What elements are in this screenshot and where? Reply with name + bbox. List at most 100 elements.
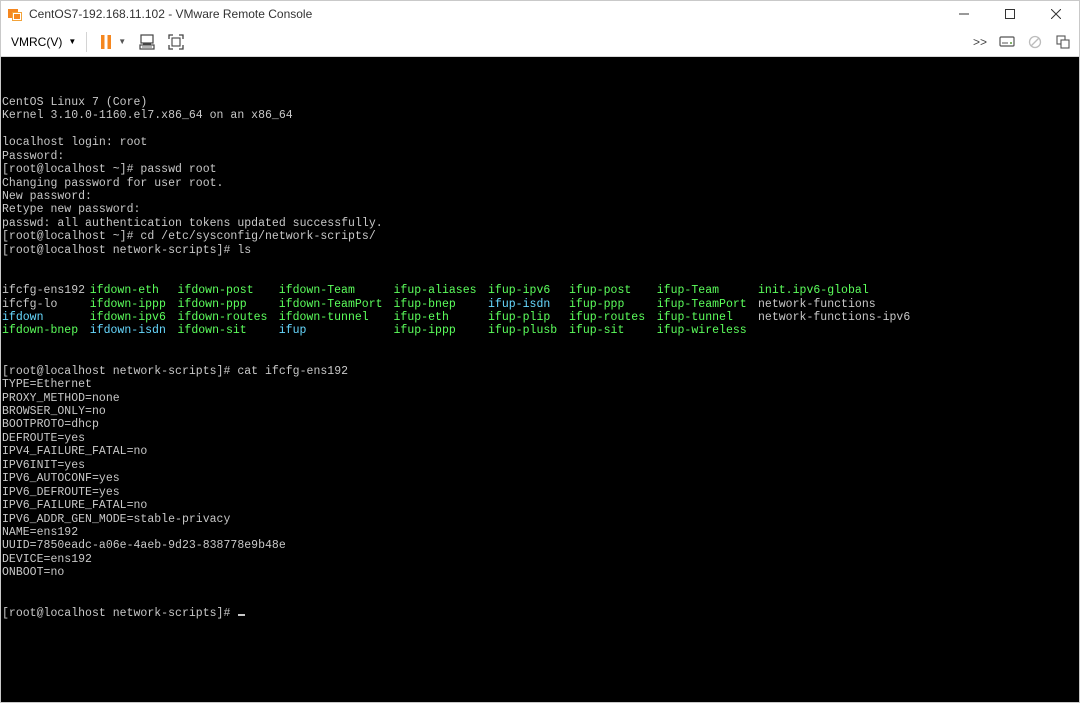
toolbar-separator [86, 31, 88, 52]
ls-entry: ifup-plip [488, 310, 551, 324]
ls-entry: init.ipv6-global [758, 284, 869, 298]
minimize-icon [959, 13, 969, 15]
terminal-line: [root@localhost ~]# cd /etc/sysconfig/ne… [2, 230, 376, 244]
terminal-line: UUID=7850eadc-a06e-4aeb-9d23-838778e9b48… [2, 539, 286, 553]
ls-entry: ifdown-routes [177, 310, 268, 324]
send-ctrl-alt-del-icon [139, 33, 155, 50]
ls-entry: ifdown-sit [177, 324, 247, 338]
vm-console-screen[interactable]: CentOS Linux 7 (Core) Kernel 3.10.0-1160.… [2, 57, 1078, 702]
maximize-icon [1005, 9, 1015, 19]
prompt-line: [root@localhost network-scripts]# [2, 607, 383, 620]
terminal-line: IPV6_AUTOCONF=yes [2, 472, 120, 486]
more-button[interactable]: >> [971, 31, 989, 53]
ls-entry: ifdown-ipv6 [89, 310, 166, 324]
ls-entry: ifcfg-lo [2, 297, 58, 311]
terminal-line: [root@localhost network-scripts]# cat if… [2, 364, 349, 378]
ls-entry: ifdown-post [177, 284, 254, 298]
ls-entry: ifdown-eth [89, 284, 159, 298]
ls-entry: ifup-Team [656, 284, 720, 298]
terminal-line: Changing password for user root. [2, 176, 224, 190]
disconnect-icon [1028, 35, 1042, 48]
fullscreen-button[interactable] [165, 31, 187, 53]
terminal-line: [root@localhost network-scripts]# ls [2, 243, 252, 257]
close-button[interactable] [1033, 1, 1079, 27]
terminal-line: CentOS Linux 7 (Core) [2, 95, 148, 109]
ls-entry: ifup-eth [393, 310, 449, 324]
ls-row: ifdown-bnep ifdown-isdn ifdown-sit ifup ifup… [2, 324, 747, 338]
vmware-remote-console-icon [7, 6, 23, 22]
terminal-line: DEVICE=ens192 [2, 552, 92, 566]
removable-devices-button[interactable] [997, 31, 1017, 53]
ls-entry: ifdown-ppp [177, 297, 247, 311]
terminal-line: IPV6_DEFROUTE=yes [2, 485, 120, 499]
ls-entry: ifup [278, 324, 307, 338]
shell-prompt: [root@localhost network-scripts]# [2, 606, 238, 620]
terminal-line: DEFROUTE=yes [2, 431, 86, 445]
ls-entry: ifdown-isdn [89, 324, 166, 338]
terminal-output: CentOS Linux 7 (Core) Kernel 3.10.0-1160.… [2, 69, 910, 647]
maximize-button[interactable] [987, 1, 1033, 27]
text-cursor [238, 613, 246, 616]
send-ctrl-alt-del-button[interactable] [137, 31, 159, 53]
toolbar-right-group: >> [971, 27, 1073, 56]
ls-entry: ifup-tunnel [656, 310, 733, 324]
caret-down-icon: ▼ [68, 37, 77, 46]
pre-ls-output: CentOS Linux 7 (Core) Kernel 3.10.0-1160.… [2, 96, 383, 257]
ls-entry: ifup-post [569, 284, 632, 298]
terminal-line: IPV6_ADDR_GEN_MODE=stable-privacy [2, 512, 231, 526]
window-title: CentOS7-192.168.11.102 - VMware Remote C… [29, 7, 313, 21]
ls-entry: ifup-ippp [393, 324, 456, 338]
window-controls [941, 1, 1079, 27]
vmrc-menu-button[interactable]: VMRC(V) ▼ [11, 31, 76, 53]
terminal-line: PROXY_METHOD=none [2, 391, 120, 405]
ls-entry: ifup-aliases [393, 284, 477, 298]
terminal-line: localhost login: root [2, 136, 148, 150]
terminal-line: Password: [2, 149, 65, 163]
terminal-line: Retype new password: [2, 203, 141, 217]
terminal-line: BOOTPROTO=dhcp [2, 418, 99, 432]
pause-button[interactable] [97, 31, 115, 53]
title-bar[interactable]: CentOS7-192.168.11.102 - VMware Remote C… [1, 1, 1079, 27]
caret-down-icon: ▼ [118, 37, 127, 46]
terminal-line: Kernel 3.10.0-1160.el7.x86_64 on an x86_… [2, 109, 293, 123]
ls-row: ifdown ifdown-ipv6 ifdown-routes ifdown-tun… [2, 310, 910, 324]
ls-entry: ifup-routes [569, 310, 646, 324]
ls-entry: ifup-bnep [393, 297, 456, 311]
ls-entry: ifup-ipv6 [488, 284, 551, 298]
ls-entry: ifdown-TeamPort [278, 297, 383, 311]
ls-entry: ifup-wireless [656, 324, 747, 338]
ls-entry: ifup-ppp [569, 297, 625, 311]
ls-entry: ifdown-tunnel [278, 310, 369, 324]
ls-entry: ifdown-ippp [89, 297, 166, 311]
ls-entry: ifup-plusb [488, 324, 558, 338]
pause-icon [101, 34, 112, 49]
terminal-line: IPV6INIT=yes [2, 458, 86, 472]
terminal-line: passwd: all authentication tokens update… [2, 216, 383, 230]
ls-entry: ifcfg-ens192 [2, 284, 86, 298]
ls-entry: ifup-sit [569, 324, 625, 338]
ls-entry: network-functions [758, 297, 876, 311]
cat-output: [root@localhost network-scripts]# cat if… [2, 365, 383, 580]
terminal-line: New password: [2, 189, 92, 203]
power-dropdown-button[interactable]: ▼ [115, 31, 129, 53]
double-chevron-right-icon: >> [972, 34, 987, 49]
ls-output: ifcfg-ens192 ifdown-eth ifdown-post ifdown-… [2, 284, 910, 338]
disconnect-button[interactable] [1025, 31, 1045, 53]
ls-entry: ifup-TeamPort [656, 297, 747, 311]
close-icon [1051, 9, 1061, 19]
terminal-line: IPV4_FAILURE_FATAL=no [2, 445, 148, 459]
terminal-line: NAME=ens192 [2, 525, 79, 539]
toolbar: VMRC(V) ▼ ▼ >> [1, 27, 1079, 57]
ls-entry: ifup-isdn [488, 297, 551, 311]
ls-entry: network-functions-ipv6 [758, 310, 911, 324]
vmrc-menu-label: VMRC(V) [11, 34, 63, 49]
terminal-line: ONBOOT=no [2, 566, 65, 580]
copy-icon [1056, 34, 1070, 49]
fullscreen-icon [168, 33, 184, 50]
terminal-line: IPV6_FAILURE_FATAL=no [2, 499, 148, 513]
ls-row: ifcfg-lo ifdown-ippp ifdown-ppp ifdown-Team… [2, 297, 876, 311]
minimize-button[interactable] [941, 1, 987, 27]
copy-button[interactable] [1053, 31, 1073, 53]
ls-entry: ifdown [2, 310, 44, 324]
